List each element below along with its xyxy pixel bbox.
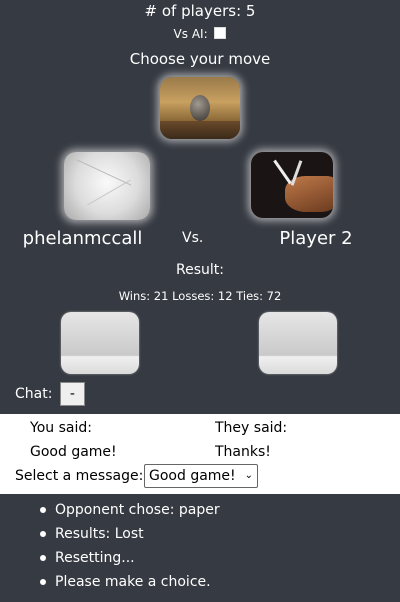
log-item: Please make a choice. (0, 570, 400, 594)
log-text: Please make a choice. (55, 574, 211, 590)
vs-ai-checkbox[interactable] (214, 27, 227, 39)
opponent-choice-slot (259, 312, 337, 374)
players-count: # of players: 5 (144, 2, 256, 20)
you-said-label: You said: (30, 420, 92, 436)
message-select-value: Good game! (149, 468, 236, 484)
bullet-icon (40, 531, 46, 537)
player-choice-slot (61, 312, 139, 374)
your-message: Good game! (30, 444, 117, 460)
player1-name: phelanmccall (22, 228, 143, 249)
chevron-down-icon: ⌄ (244, 470, 253, 481)
log-text: Results: Lost (55, 526, 144, 542)
scissors-button[interactable] (251, 152, 333, 218)
chat-label: Chat: (15, 386, 53, 402)
chat-collapse-button[interactable]: - (59, 382, 85, 406)
result-label: Result: (176, 262, 224, 278)
paper-crease (76, 159, 132, 186)
vs-ai-label: Vs AI: (173, 27, 208, 41)
vs-label: Vs. (182, 230, 204, 246)
log-item: Results: Lost (0, 522, 400, 546)
rock-ground (160, 121, 240, 139)
scissors-blade (273, 159, 292, 185)
paper-crease (87, 179, 131, 206)
vs-ai-row: Vs AI: (0, 27, 400, 41)
choose-move-heading: Choose your move (129, 50, 271, 68)
bullet-icon (40, 555, 46, 561)
log-text: Resetting... (55, 550, 135, 566)
their-message: Thanks! (215, 444, 271, 460)
rock-button[interactable] (160, 77, 240, 139)
paper-button[interactable] (64, 152, 150, 220)
rock-image (190, 95, 210, 121)
game-log: Opponent chose: paper Results: Lost Rese… (0, 498, 400, 594)
log-item: Resetting... (0, 546, 400, 570)
chat-header: Chat: - (15, 382, 85, 406)
they-said-label: They said: (215, 420, 288, 436)
select-message-label: Select a message: (15, 468, 144, 484)
log-item: Opponent chose: paper (0, 498, 400, 522)
message-select[interactable]: Good game! ⌄ (144, 464, 258, 488)
chat-panel: You said: They said: Good game! Thanks! … (0, 414, 400, 494)
log-text: Opponent chose: paper (55, 502, 220, 518)
bullet-icon (40, 579, 46, 585)
player2-name: Player 2 (279, 228, 353, 249)
score-summary: Wins: 21 Losses: 12 Ties: 72 (118, 289, 282, 303)
bullet-icon (40, 507, 46, 513)
